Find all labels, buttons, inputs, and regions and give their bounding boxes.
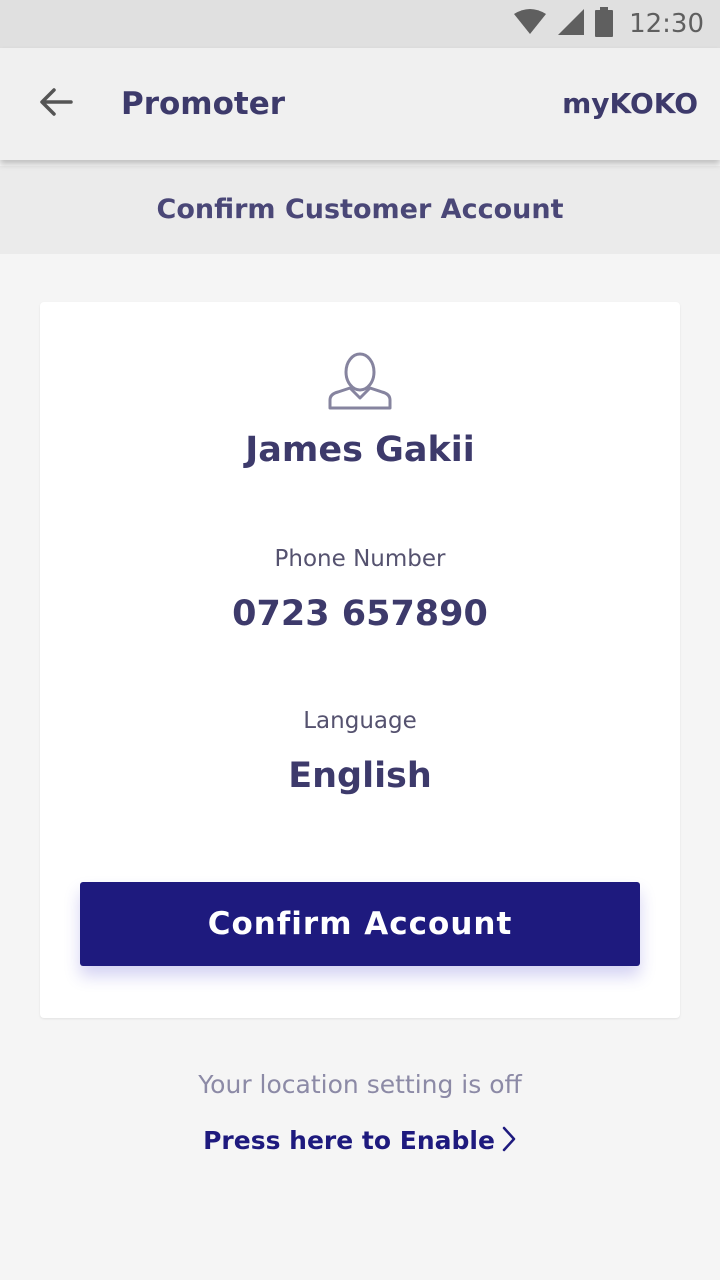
confirm-account-button[interactable]: Confirm Account: [80, 882, 640, 966]
language-value: English: [288, 756, 432, 796]
page-title: Promoter: [121, 86, 286, 122]
arrow-left-icon: [38, 84, 74, 124]
phone-label: Phone Number: [274, 546, 446, 572]
brand-logo: myKOKO: [562, 87, 698, 120]
section-header: Confirm Customer Account: [0, 166, 720, 254]
app-bar: Promoter myKOKO: [0, 48, 720, 160]
location-status-text: Your location setting is off: [198, 1070, 522, 1099]
enable-location-label: Press here to Enable: [203, 1126, 495, 1155]
back-button[interactable]: [28, 76, 84, 132]
battery-icon: [595, 7, 614, 41]
status-icons: 12:30: [513, 0, 704, 48]
chevron-right-icon: [501, 1126, 517, 1158]
confirm-account-screen: 12:30 Promoter myKOKO Confirm Customer A…: [0, 0, 720, 1280]
customer-name: James Gakii: [245, 430, 475, 470]
wifi-icon: [513, 9, 547, 39]
status-bar: 12:30: [0, 0, 720, 48]
status-time: 12:30: [629, 9, 704, 39]
user-icon: [324, 350, 396, 414]
cell-signal-icon: [557, 8, 585, 40]
phone-value: 0723 657890: [232, 594, 488, 634]
enable-location-link[interactable]: Press here to Enable: [0, 1126, 720, 1158]
customer-card: James Gakii Phone Number 0723 657890 Lan…: [40, 302, 680, 1018]
language-label: Language: [303, 708, 417, 734]
